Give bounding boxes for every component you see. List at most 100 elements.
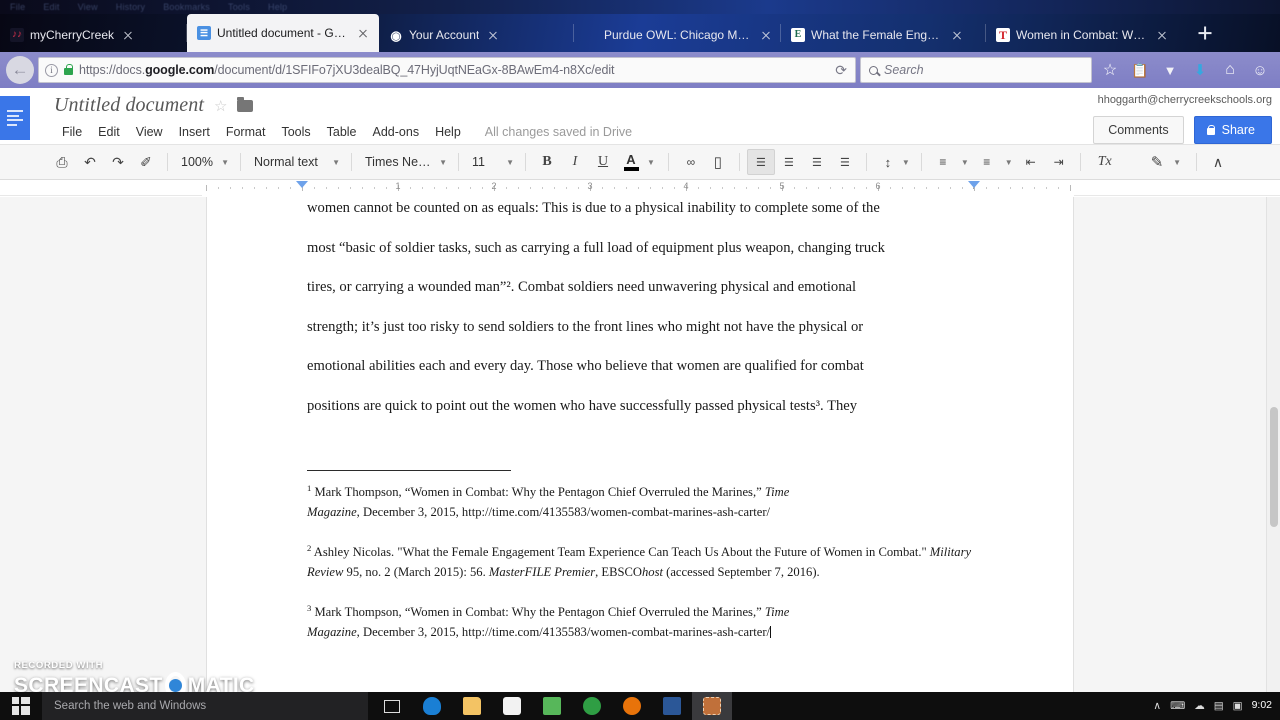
tray-expand-icon[interactable]: ∧ bbox=[1153, 700, 1161, 712]
zoom-select[interactable]: 100% ▼ bbox=[175, 150, 233, 174]
font-family-select[interactable]: Times New... ▼ bbox=[359, 150, 451, 174]
insert-link-icon[interactable]: ∞ bbox=[676, 149, 704, 175]
chrome-green-icon[interactable] bbox=[572, 692, 612, 720]
move-to-folder-icon[interactable] bbox=[237, 96, 254, 112]
underline-icon[interactable]: U bbox=[589, 149, 617, 175]
undo-icon[interactable]: ↶ bbox=[76, 149, 104, 175]
site-info-icon[interactable]: i bbox=[45, 63, 58, 77]
chevron-down-icon[interactable]: ▼ bbox=[647, 158, 655, 167]
document-title[interactable]: Untitled document bbox=[54, 94, 204, 117]
comments-button[interactable]: Comments bbox=[1093, 116, 1184, 144]
align-left-icon[interactable]: ☰ bbox=[746, 149, 775, 175]
document-ruler[interactable]: 1234567 bbox=[0, 180, 1280, 196]
menu-file[interactable]: File bbox=[54, 122, 90, 142]
tray-keyboard-icon[interactable]: ⌨ bbox=[1170, 700, 1185, 712]
firefox-icon[interactable] bbox=[612, 692, 652, 720]
paint-format-icon[interactable]: ✐ bbox=[132, 149, 160, 175]
os-menu-edit[interactable]: Edit bbox=[43, 2, 59, 12]
os-menu-bookmarks[interactable]: Bookmarks bbox=[163, 2, 210, 12]
tray-network-icon[interactable]: ▤ bbox=[1214, 700, 1224, 712]
share-button[interactable]: Share bbox=[1193, 116, 1272, 144]
star-icon[interactable]: ☆ bbox=[214, 97, 227, 115]
bulleted-list-icon[interactable]: ≡ bbox=[973, 149, 1001, 175]
menu-table[interactable]: Table bbox=[319, 122, 365, 142]
file-explorer-icon[interactable] bbox=[452, 692, 492, 720]
menu-tools[interactable]: Tools bbox=[273, 122, 318, 142]
redo-icon[interactable]: ↷ bbox=[104, 149, 132, 175]
browser-tab-your-account[interactable]: ◉ Your Account bbox=[379, 18, 573, 52]
pocket-icon[interactable]: ▼ bbox=[1156, 56, 1184, 84]
align-center-icon[interactable]: ☰ bbox=[775, 149, 803, 175]
left-indent-marker[interactable] bbox=[296, 181, 308, 188]
os-menu-help[interactable]: Help bbox=[268, 2, 287, 12]
chevron-down-icon[interactable]: ▼ bbox=[961, 158, 969, 167]
italic-icon[interactable]: I bbox=[561, 149, 589, 175]
print-icon[interactable]: ⎙ bbox=[48, 149, 76, 175]
tray-onedrive-icon[interactable]: ☁ bbox=[1194, 700, 1205, 712]
taskbar-search-input[interactable]: Search the web and Windows bbox=[42, 692, 368, 720]
text-color-icon[interactable]: A bbox=[617, 149, 645, 175]
os-menu-history[interactable]: History bbox=[116, 2, 145, 12]
menu-help[interactable]: Help bbox=[427, 122, 469, 142]
onedrive-icon[interactable] bbox=[412, 692, 452, 720]
align-justify-icon[interactable]: ☰ bbox=[831, 149, 859, 175]
excel-icon[interactable] bbox=[532, 692, 572, 720]
tab-close-icon[interactable] bbox=[1154, 27, 1170, 43]
line-spacing-icon[interactable]: ↕ bbox=[874, 149, 902, 175]
menu-view[interactable]: View bbox=[128, 122, 171, 142]
scrollbar-thumb[interactable] bbox=[1270, 407, 1278, 527]
menu-insert[interactable]: Insert bbox=[171, 122, 218, 142]
reading-list-icon[interactable]: 📋 bbox=[1126, 56, 1154, 84]
tab-close-icon[interactable] bbox=[758, 27, 774, 43]
right-indent-marker[interactable] bbox=[968, 181, 980, 188]
start-button-icon[interactable] bbox=[0, 692, 42, 720]
browser-search-bar[interactable]: Search bbox=[860, 57, 1092, 83]
downloads-icon[interactable]: ⬇ bbox=[1186, 56, 1214, 84]
browser-tab-purdue-owl[interactable]: Purdue OWL: Chicago Manual... bbox=[574, 18, 780, 52]
url-bar[interactable]: i https://docs.google.com/document/d/1SF… bbox=[38, 57, 856, 83]
word-icon[interactable] bbox=[652, 692, 692, 720]
document-body[interactable]: women cannot be counted on as equals: Th… bbox=[307, 197, 973, 659]
browser-tab-untitled-document[interactable]: ☰ Untitled document - Goo... bbox=[187, 14, 379, 52]
tray-volume-icon[interactable]: ▣ bbox=[1233, 700, 1243, 712]
vertical-scrollbar[interactable] bbox=[1266, 197, 1280, 692]
new-tab-button[interactable] bbox=[1190, 18, 1220, 48]
hide-menus-icon[interactable]: ∧ bbox=[1204, 149, 1232, 175]
browser-tab-women-in-combat[interactable]: T Women in Combat: Why t... bbox=[986, 18, 1186, 52]
clear-formatting-icon[interactable]: Tx bbox=[1088, 149, 1122, 175]
os-menu-file[interactable]: File bbox=[10, 2, 25, 12]
numbered-list-icon[interactable]: ≡ bbox=[929, 149, 957, 175]
align-right-icon[interactable]: ☰ bbox=[803, 149, 831, 175]
chevron-down-icon[interactable]: ▼ bbox=[902, 158, 910, 167]
task-view-icon[interactable] bbox=[372, 692, 412, 720]
menu-edit[interactable]: Edit bbox=[90, 122, 128, 142]
back-button-icon[interactable]: ← bbox=[6, 56, 34, 84]
document-page[interactable]: women cannot be counted on as equals: Th… bbox=[207, 197, 1073, 692]
screencast-o-matic-icon[interactable] bbox=[692, 692, 732, 720]
account-smiley-icon[interactable]: ☺ bbox=[1246, 56, 1274, 84]
tab-close-icon[interactable] bbox=[949, 27, 965, 43]
tab-close-icon[interactable] bbox=[485, 27, 501, 43]
chevron-down-icon[interactable]: ▼ bbox=[1173, 158, 1181, 167]
document-scroll-area[interactable]: women cannot be counted on as equals: Th… bbox=[0, 197, 1280, 692]
bookmark-star-icon[interactable]: ☆ bbox=[1096, 56, 1124, 84]
decrease-indent-icon[interactable]: ⇤ bbox=[1017, 149, 1045, 175]
font-size-select[interactable]: 11 ▼ bbox=[466, 150, 518, 174]
tray-clock[interactable]: 9:02 bbox=[1252, 700, 1272, 711]
home-icon[interactable]: ⌂ bbox=[1216, 56, 1244, 84]
chevron-down-icon[interactable]: ▼ bbox=[1005, 158, 1013, 167]
store-icon[interactable] bbox=[492, 692, 532, 720]
insert-comment-icon[interactable]: ▯ bbox=[704, 149, 732, 175]
os-menu-view[interactable]: View bbox=[78, 2, 98, 12]
reload-icon[interactable]: ⟳ bbox=[835, 62, 849, 79]
increase-indent-icon[interactable]: ⇥ bbox=[1045, 149, 1073, 175]
browser-tab-female-engagement[interactable]: E What the Female Engage... bbox=[781, 18, 985, 52]
menu-format[interactable]: Format bbox=[218, 122, 274, 142]
edit-mode-pencil-icon[interactable]: ✎ bbox=[1143, 149, 1171, 175]
browser-tab-mycherrycreek[interactable]: ♪♪ myCherryCreek bbox=[0, 18, 186, 52]
menu-add-ons[interactable]: Add-ons bbox=[365, 122, 428, 142]
bold-icon[interactable]: B bbox=[533, 149, 561, 175]
docs-main-menu-icon[interactable] bbox=[0, 96, 30, 140]
tab-close-icon[interactable] bbox=[120, 27, 136, 43]
os-menu-tools[interactable]: Tools bbox=[228, 2, 250, 12]
